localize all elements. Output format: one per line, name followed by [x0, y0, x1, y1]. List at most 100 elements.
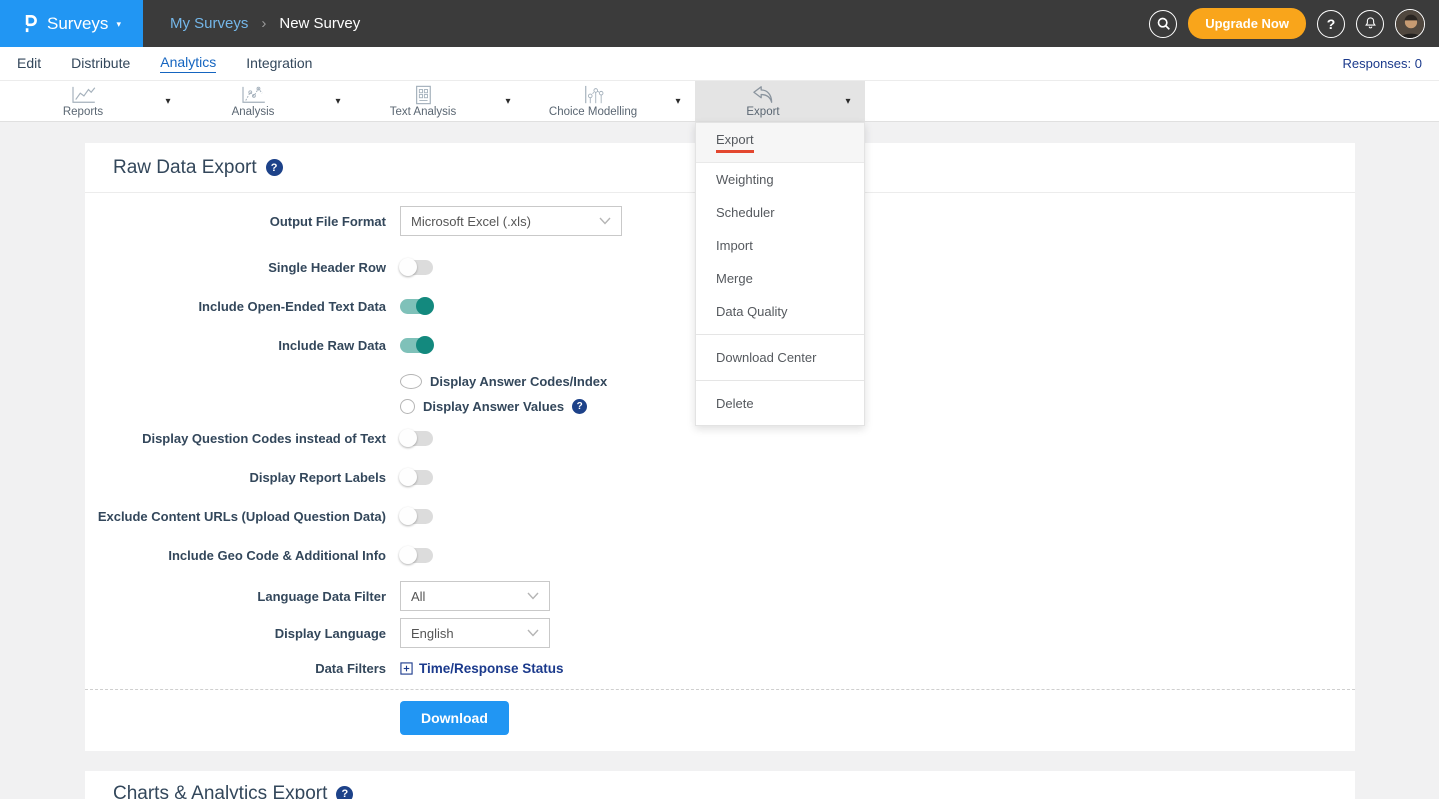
display-question-codes-toggle[interactable] [400, 431, 433, 446]
field-label: Include Raw Data [85, 338, 386, 353]
product-name: Surveys [47, 14, 108, 34]
download-row: Download [85, 690, 1355, 751]
include-open-ended-toggle[interactable] [400, 299, 433, 314]
data-filters-row: Data Filters Time/Response Status [85, 658, 1355, 678]
app-logo[interactable]: Surveys ▾ [0, 0, 143, 47]
help-icon[interactable]: ? [266, 159, 283, 176]
survey-nav: Edit Distribute Analytics Integration Re… [0, 47, 1439, 80]
field-label: Include Geo Code & Additional Info [85, 548, 386, 563]
help-icon[interactable]: ? [336, 786, 353, 799]
toolbar-item-label: Choice Modelling [549, 106, 637, 118]
toolbar-item-label: Text Analysis [390, 106, 456, 118]
toolbar-group-analysis: Analysis ▾ [185, 81, 355, 121]
single-header-row-toggle[interactable] [400, 260, 433, 275]
menu-item-download-center[interactable]: Download Center [696, 341, 864, 374]
add-filter-icon [400, 662, 413, 675]
output-file-format-select[interactable]: Microsoft Excel (.xls) [400, 206, 622, 236]
tab-distribute[interactable]: Distribute [71, 55, 130, 73]
topbar: Surveys ▾ My Surveys › New Survey Upgrad… [0, 0, 1439, 47]
menu-item-scheduler[interactable]: Scheduler [696, 196, 864, 229]
toolbar-group-text-analysis: Text Analysis ▾ [355, 81, 525, 121]
download-button[interactable]: Download [400, 701, 509, 735]
reports-caret-button[interactable]: ▾ [151, 81, 185, 121]
chevron-down-icon: ▾ [505, 96, 510, 107]
bell-icon [1363, 16, 1378, 31]
toggle-knob [399, 546, 417, 564]
tab-edit[interactable]: Edit [17, 55, 41, 73]
toolbar-item-export[interactable]: Export [695, 81, 831, 121]
field-label: Display Question Codes instead of Text [85, 431, 386, 446]
help-icon[interactable]: ? [572, 399, 587, 414]
scatter-chart-icon [580, 85, 606, 105]
menu-item-data-quality[interactable]: Data Quality [696, 295, 864, 328]
menu-item-delete[interactable]: Delete [696, 387, 864, 420]
tab-analytics[interactable]: Analytics [160, 54, 216, 73]
display-report-labels-row: Display Report Labels [85, 468, 1355, 486]
toolbar-group-reports: Reports ▾ [15, 81, 185, 121]
breadcrumb-separator: › [261, 15, 266, 32]
export-caret-button[interactable]: ▾ [831, 81, 865, 121]
tab-integration[interactable]: Integration [246, 55, 312, 73]
field-label: Output File Format [85, 214, 386, 229]
chevron-down-icon: ▾ [116, 19, 121, 30]
search-icon [1156, 16, 1171, 31]
document-grid-icon [411, 85, 435, 105]
menu-item-import[interactable]: Import [696, 229, 864, 262]
radio-label: Display Answer Values [423, 399, 564, 414]
menu-item-export[interactable]: Export [696, 123, 864, 163]
notifications-button[interactable] [1356, 10, 1384, 38]
chevron-down-icon [527, 592, 539, 600]
menu-item-merge[interactable]: Merge [696, 262, 864, 295]
display-report-labels-toggle[interactable] [400, 470, 433, 485]
exclude-content-urls-toggle[interactable] [400, 509, 433, 524]
search-button[interactable] [1149, 10, 1177, 38]
toggle-knob [399, 258, 417, 276]
field-label: Display Report Labels [85, 470, 386, 485]
panel-header: Charts & Analytics Export ? [85, 771, 1355, 799]
display-question-codes-row: Display Question Codes instead of Text [85, 429, 1355, 447]
choice-modelling-caret-button[interactable]: ▾ [661, 81, 695, 121]
help-button[interactable]: ? [1317, 10, 1345, 38]
radio-selected-icon[interactable] [400, 374, 422, 389]
upgrade-now-button[interactable]: Upgrade Now [1188, 8, 1306, 39]
toolbar-item-analysis[interactable]: Analysis [185, 81, 321, 121]
toggle-knob [399, 429, 417, 447]
toolbar-item-reports[interactable]: Reports [15, 81, 151, 121]
chevron-down-icon: ▾ [335, 96, 340, 107]
field-label: Display Language [85, 626, 386, 641]
include-raw-data-toggle[interactable] [400, 338, 433, 353]
display-language-row: Display Language English [85, 618, 1355, 648]
answer-codes-radio-option[interactable]: Display Answer Codes/Index [400, 371, 1355, 391]
language-data-filter-select[interactable]: All [400, 581, 550, 611]
toolbar-item-text-analysis[interactable]: Text Analysis [355, 81, 491, 121]
responses-count: Responses: 0 [1343, 56, 1423, 71]
chevron-down-icon: ▾ [845, 96, 850, 107]
toggle-knob [416, 297, 434, 315]
menu-item-weighting[interactable]: Weighting [696, 163, 864, 196]
toolbar-item-choice-modelling[interactable]: Choice Modelling [525, 81, 661, 121]
radio-unselected-icon[interactable] [400, 399, 415, 414]
select-value: English [411, 626, 454, 641]
answer-values-radio-option[interactable]: Display Answer Values ? [400, 396, 1355, 416]
toolbar-group-export: Export ▾ [695, 81, 865, 121]
language-data-filter-row: Language Data Filter All [85, 581, 1355, 611]
display-language-select[interactable]: English [400, 618, 550, 648]
text-analysis-caret-button[interactable]: ▾ [491, 81, 525, 121]
menu-divider [696, 334, 864, 335]
include-geo-code-toggle[interactable] [400, 548, 433, 563]
export-dropdown-menu: Export Weighting Scheduler Import Merge … [695, 122, 865, 426]
field-label: Exclude Content URLs (Upload Question Da… [85, 509, 386, 524]
radio-label: Display Answer Codes/Index [430, 374, 607, 389]
toolbar-item-label: Reports [63, 106, 103, 118]
panel-gap [85, 751, 1355, 771]
field-label: Single Header Row [85, 260, 386, 275]
analysis-caret-button[interactable]: ▾ [321, 81, 355, 121]
questionpro-logo-icon [22, 13, 39, 35]
select-value: All [411, 589, 425, 604]
field-label: Include Open-Ended Text Data [85, 299, 386, 314]
line-chart-icon [69, 85, 97, 105]
time-response-status-link[interactable]: Time/Response Status [400, 661, 564, 676]
breadcrumb-parent-link[interactable]: My Surveys [170, 15, 248, 32]
exclude-content-urls-row: Exclude Content URLs (Upload Question Da… [85, 507, 1355, 525]
avatar[interactable] [1395, 9, 1425, 39]
